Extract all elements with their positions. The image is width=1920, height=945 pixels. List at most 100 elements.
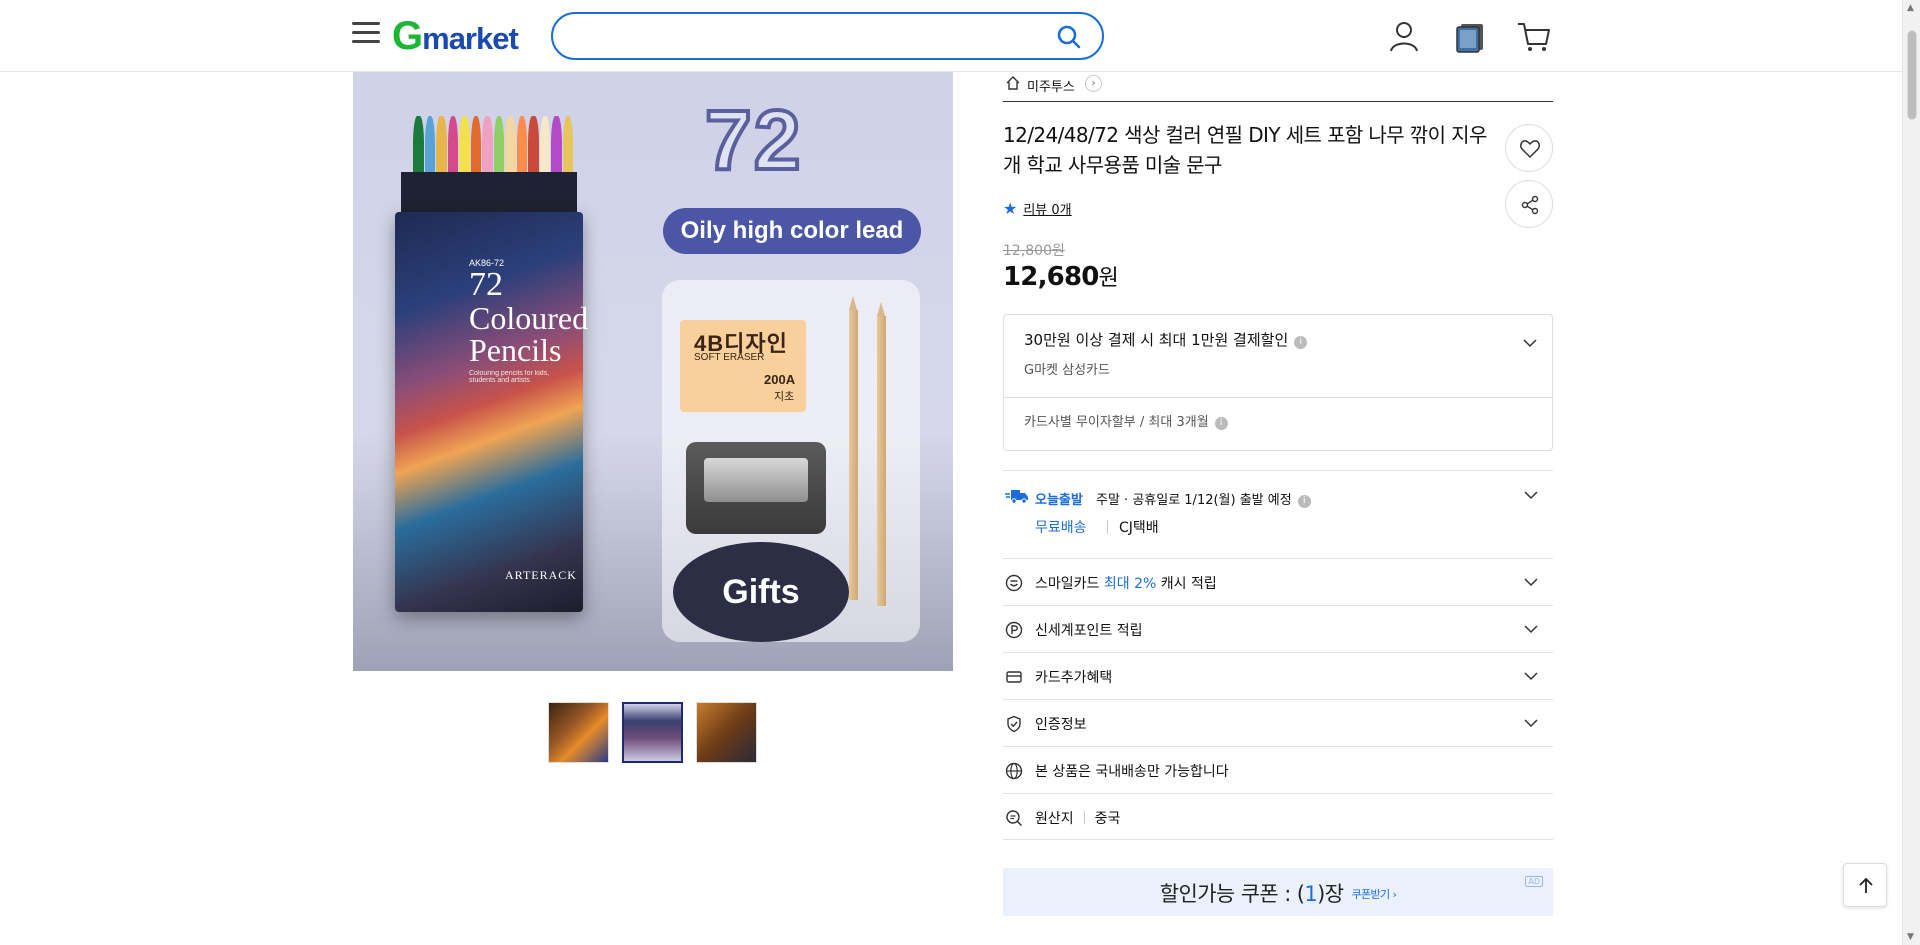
point-icon	[1005, 621, 1023, 639]
search-doc-icon	[1006, 810, 1022, 826]
fast-delivery-icon	[1005, 490, 1028, 504]
chevron-down-icon[interactable]	[1523, 668, 1539, 684]
free-shipping-label: 무료배송	[1035, 520, 1087, 536]
box-word-2: Pencils	[469, 332, 562, 368]
smilecard-text-c: 캐시 적립	[1156, 576, 1217, 592]
get-coupon-link[interactable]: 쿠폰받기 ›	[1351, 888, 1396, 901]
scroll-up-arrow-icon[interactable]: ▲	[1907, 3, 1914, 13]
gift-pencil-1	[849, 296, 858, 600]
card-extra-label: 카드추가혜택	[1035, 670, 1113, 686]
card-benefit-card: G마켓 삼성카드	[1024, 363, 1110, 378]
card-benefit-title: 30만원 이상 결제 시 최대 1만원 결제할인 i	[1024, 329, 1308, 350]
cart-icon[interactable]	[1516, 18, 1552, 54]
origin-label: 원산지 중국	[1035, 808, 1120, 828]
share-button[interactable]	[1505, 180, 1553, 228]
coupon-banner[interactable]: 할인가능 쿠폰 : (1)장 쿠폰받기 › AD	[1003, 868, 1553, 916]
thumbnail-list	[548, 702, 757, 763]
chevron-down-icon[interactable]	[1523, 574, 1539, 590]
chevron-right-icon: ›	[1085, 75, 1102, 92]
arrow-up-icon	[1859, 877, 1873, 893]
shield-check-icon	[1007, 715, 1021, 733]
box-subtitle: Colouring pencils for kids, students and…	[469, 370, 550, 384]
sharpener-blade	[704, 458, 808, 502]
image-pill-label: Oily high color lead	[663, 208, 921, 254]
carrier-label: CJ택배	[1119, 520, 1159, 536]
scroll-to-top-button[interactable]	[1843, 863, 1887, 907]
origin-title: 원산지	[1035, 811, 1074, 827]
price-unit: 원	[1098, 266, 1119, 291]
chevron-down-icon[interactable]	[1523, 715, 1539, 731]
user-icon[interactable]	[1386, 18, 1422, 54]
globe-icon	[1005, 762, 1023, 780]
menu-icon[interactable]	[352, 22, 380, 46]
info-icon[interactable]: i	[1297, 495, 1311, 508]
divider	[1083, 811, 1085, 824]
share-icon	[1521, 195, 1539, 215]
smile-icon	[1005, 574, 1023, 592]
card-icon	[1006, 671, 1022, 683]
installment-info: 카드사별 무이자할부 / 최대 3개월 i	[1024, 411, 1228, 430]
divider	[1003, 839, 1553, 840]
sale-price: 12,680원	[1003, 260, 1119, 292]
eraser: 4B디자인 SOFT ERASER 200A 지초	[680, 320, 806, 412]
row-smilecard[interactable]: 스마일카드 최대 2% 캐시 적립	[1003, 558, 1553, 605]
dispatch-desc: 주말 · 공휴일로 1/12(월) 출발 예정 i	[1096, 489, 1311, 508]
info-icon[interactable]: i	[1214, 417, 1228, 430]
review-count: 리뷰 0개	[1023, 203, 1072, 218]
product-main-image[interactable]: AK86-72 72 Coloured Pencils Colouring pe…	[353, 72, 953, 671]
coupon-count: 1	[1304, 882, 1318, 906]
box-number: 72	[469, 266, 503, 303]
wishlist-button[interactable]	[1505, 124, 1553, 172]
original-price: 12,800원	[1003, 243, 1065, 259]
shop-name: 미주투스	[1027, 80, 1075, 95]
card-benefit-box[interactable]: 30만원 이상 결제 시 최대 1만원 결제할인 i G마켓 삼성카드 카드사별 …	[1003, 314, 1553, 451]
box-label: AK86-72 72 Coloured Pencils Colouring pe…	[469, 259, 589, 385]
installment-text: 카드사별 무이자할부 / 최대 3개월	[1024, 415, 1209, 430]
chevron-down-icon[interactable]	[1523, 487, 1539, 503]
home-icon	[1006, 76, 1020, 90]
header: Gmarket	[0, 0, 1902, 72]
smilecard-rate: 최대 2%	[1103, 576, 1157, 592]
page-scrollbar[interactable]: ▲ ▼	[1902, 0, 1920, 945]
row-origin: 원산지 중국	[1003, 793, 1553, 840]
info-icon[interactable]: i	[1294, 336, 1308, 349]
shipping-section[interactable]: 오늘출발 주말 · 공휴일로 1/12(월) 출발 예정 i 무료배송 CJ택배	[1003, 470, 1553, 558]
row-shinsegae-point[interactable]: 신세계포인트 적립	[1003, 605, 1553, 652]
domestic-only-label: 본 상품은 국내배송만 가능합니다	[1035, 764, 1229, 780]
chevron-down-icon[interactable]	[1523, 621, 1539, 637]
eraser-sub: SOFT ERASER	[694, 352, 765, 363]
gift-pencil-2	[877, 302, 886, 606]
shinsegae-label: 신세계포인트 적립	[1035, 623, 1143, 639]
row-domestic-only: 본 상품은 국내배송만 가능합니다	[1003, 746, 1553, 793]
review-link[interactable]: ★ 리뷰 0개	[1003, 199, 1072, 218]
recent-view-icon[interactable]	[1452, 18, 1488, 54]
row-certification[interactable]: 인증정보	[1003, 699, 1553, 746]
search-input[interactable]	[573, 22, 1033, 50]
eraser-code: 200A	[764, 372, 796, 387]
logo-text: market	[422, 21, 519, 56]
gmarket-logo[interactable]: Gmarket	[392, 14, 519, 59]
search-bar	[551, 12, 1104, 60]
shop-link[interactable]: 미주투스 ›	[1003, 72, 1553, 102]
image-number-72: 72	[703, 91, 803, 189]
thumbnail-1[interactable]	[548, 702, 609, 763]
scrollbar-thumb[interactable]	[1907, 30, 1917, 120]
ad-badge: AD	[1525, 876, 1543, 887]
box-word-1: Coloured	[469, 300, 589, 336]
chevron-down-icon[interactable]	[1522, 335, 1538, 351]
card-benefit-text: 30만원 이상 결제 시 최대 1만원 결제할인	[1024, 331, 1289, 349]
search-icon[interactable]	[1056, 24, 1082, 50]
origin-value: 중국	[1094, 811, 1121, 827]
logo-g: G	[392, 14, 423, 58]
gifts-badge: Gifts	[673, 542, 849, 642]
box-brand: ARTERACK	[505, 568, 577, 582]
thumbnail-3[interactable]	[696, 702, 757, 763]
scroll-down-arrow-icon[interactable]: ▼	[1907, 932, 1914, 942]
coupon-text: 할인가능 쿠폰 : (1)장 쿠폰받기 ›	[1003, 878, 1553, 908]
coupon-text-b: )장	[1317, 882, 1344, 906]
star-icon: ★	[1003, 199, 1018, 218]
thumbnail-2[interactable]	[622, 702, 683, 763]
divider	[1004, 397, 1552, 398]
certification-label: 인증정보	[1035, 717, 1087, 733]
row-card-extra[interactable]: 카드추가혜택	[1003, 652, 1553, 699]
